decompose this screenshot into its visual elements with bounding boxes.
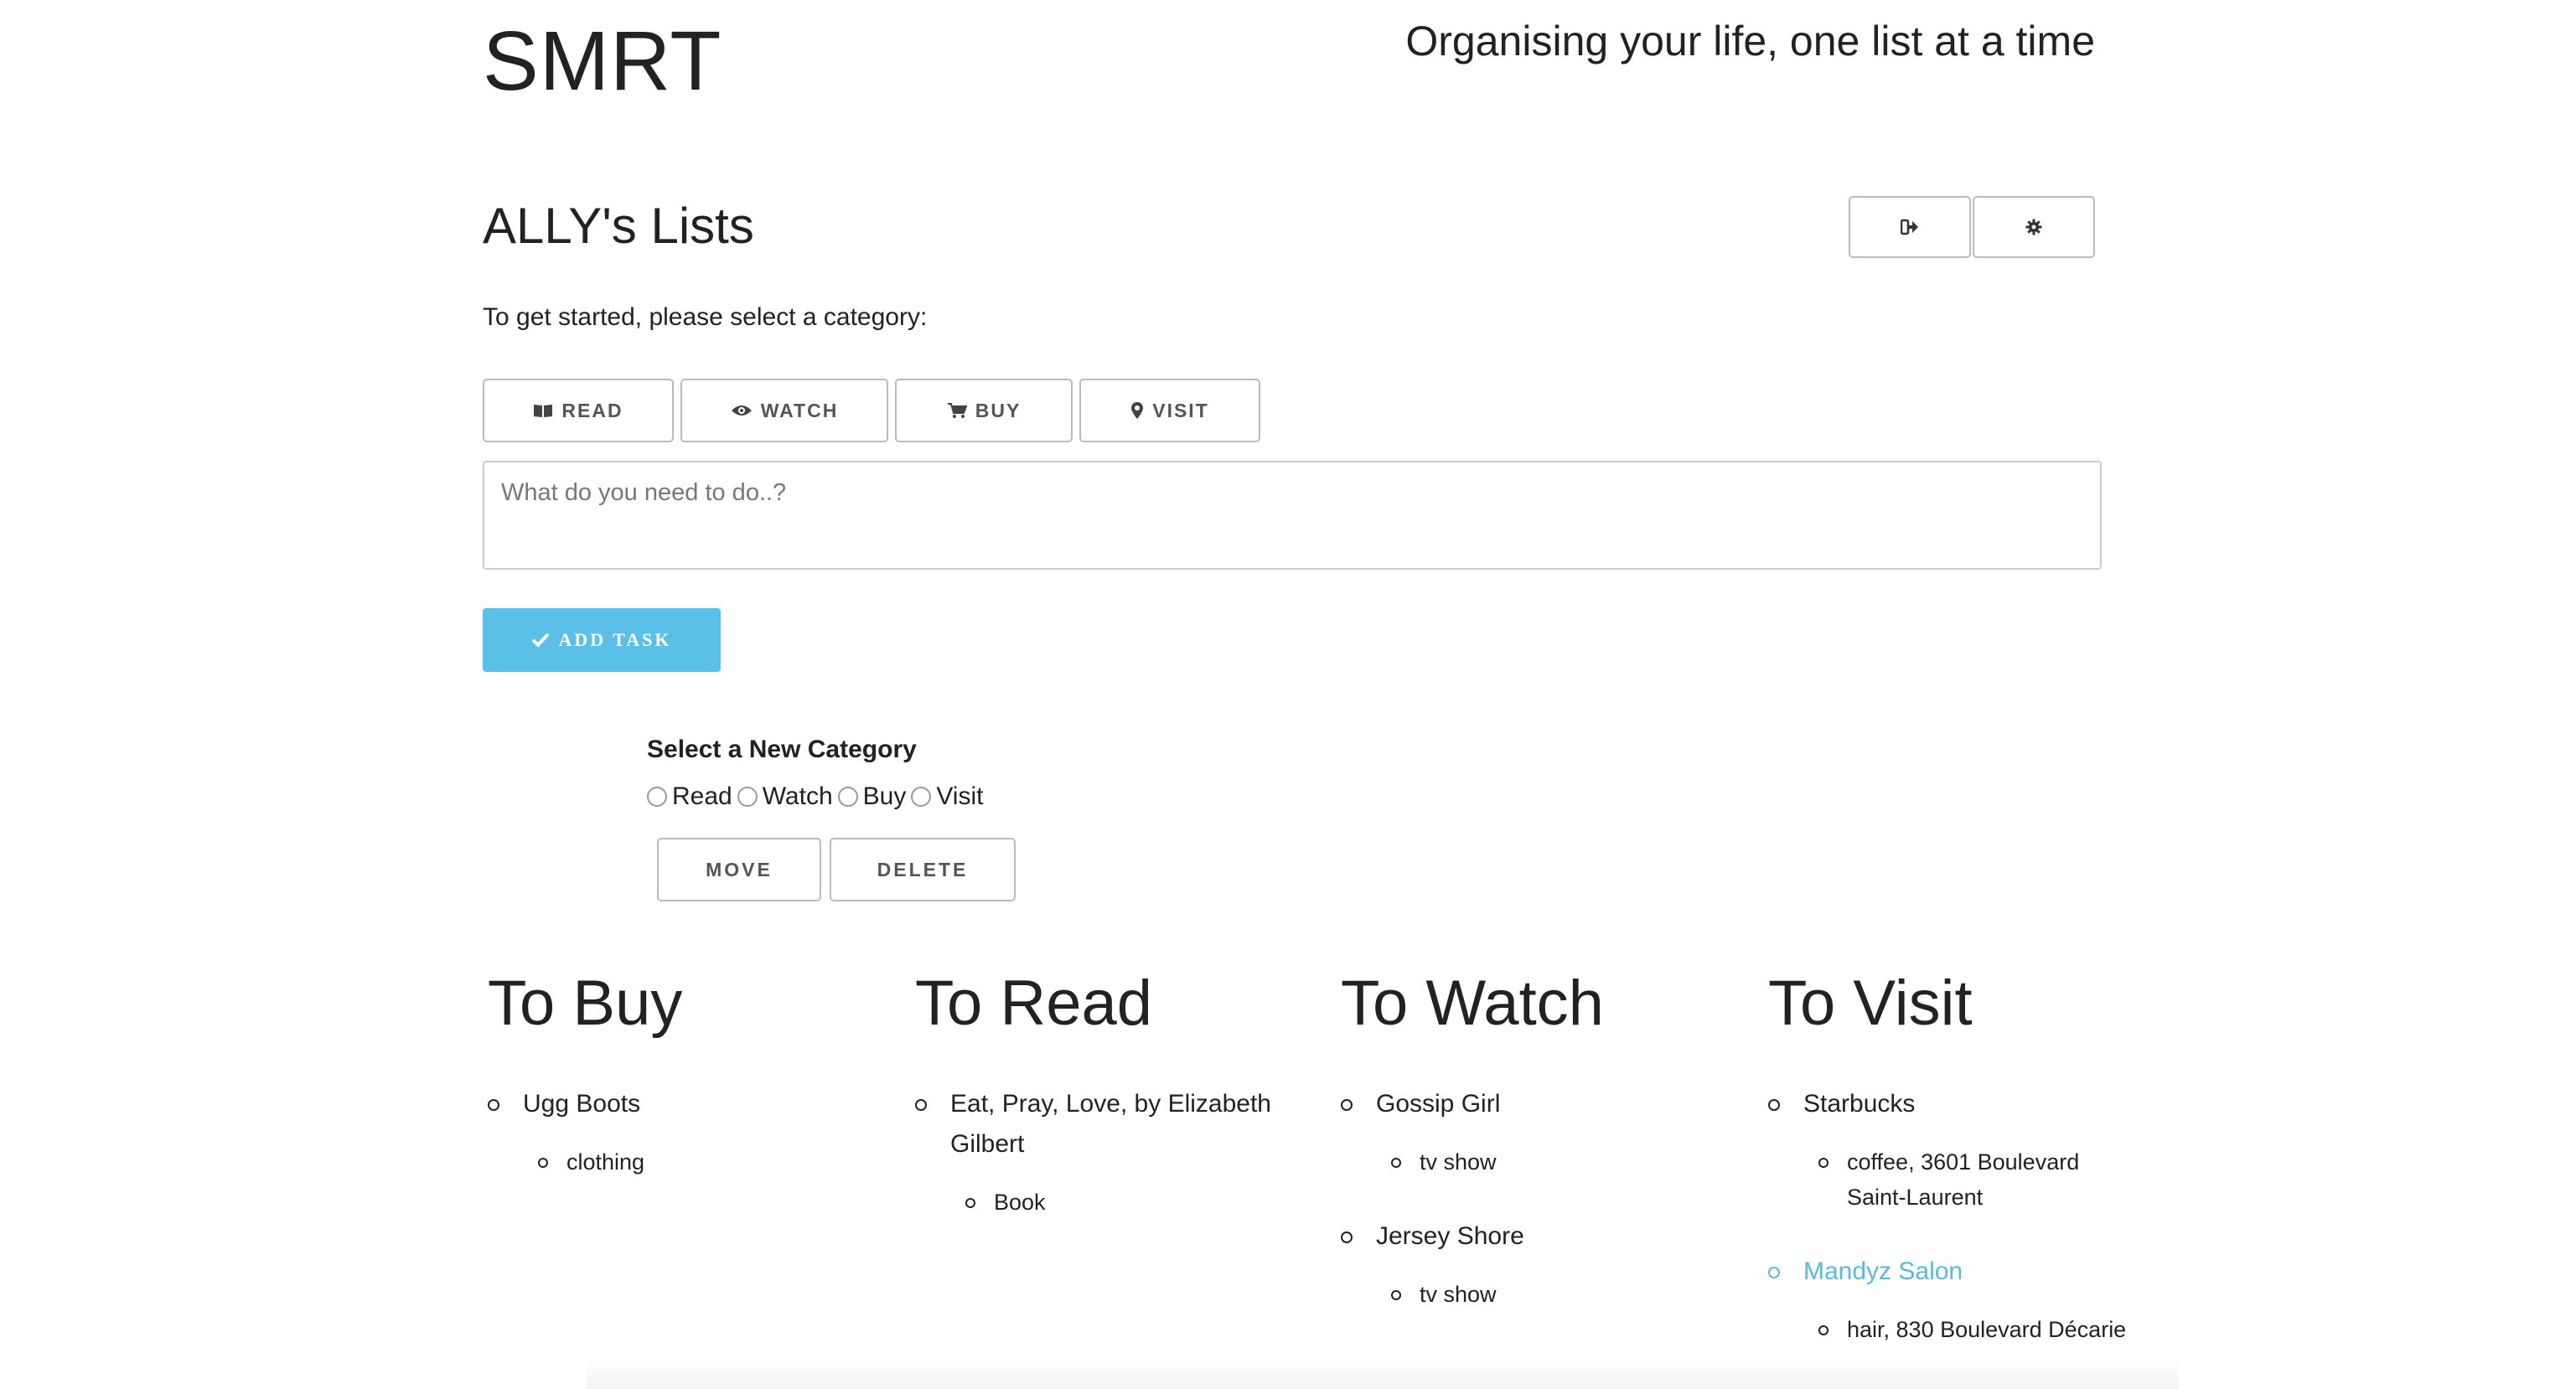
account-actions (1849, 196, 2097, 258)
task-input[interactable] (483, 461, 2102, 570)
radio-watch-label: Watch (762, 782, 833, 810)
radio-visit-label: Visit (936, 782, 984, 810)
list-item-name: Jersey Shore (1376, 1222, 1524, 1250)
radio-watch[interactable]: Watch (737, 782, 833, 811)
tagline: Organising your life, one list at a time (1405, 18, 2095, 65)
delete-button[interactable]: DELETE (830, 838, 1016, 901)
book-icon (534, 405, 553, 417)
map-marker-icon (1131, 402, 1144, 419)
gear-icon (2025, 219, 2042, 235)
sign-out-icon (1901, 219, 1918, 235)
brand-logo[interactable]: SMRT (483, 15, 722, 107)
check-icon (532, 633, 550, 648)
list-item[interactable]: Eat, Pray, Love, by Elizabeth Gilbert (915, 1084, 1284, 1164)
list-item-note: Book (915, 1185, 1284, 1220)
category-watch-button[interactable]: WATCH (680, 379, 888, 442)
radio-buy[interactable]: Buy (837, 782, 907, 811)
list-item-note-text: tv show (1420, 1282, 1497, 1307)
app-page: SMRT Organising your life, one list at a… (0, 0, 2576, 1389)
column-to-watch: To Watch Gossip Girl tv show Jersey Shor… (1341, 972, 1710, 1312)
column-to-buy: To Buy Ugg Boots clothing (488, 972, 856, 1180)
list-item-name[interactable]: Mandyz Salon (1803, 1257, 1963, 1285)
list-item-note-text: Book (994, 1190, 1046, 1215)
category-read-label: READ (561, 399, 623, 421)
radio-buy-control[interactable] (837, 787, 858, 807)
category-watch-label: WATCH (760, 399, 839, 421)
radio-visit-control[interactable] (911, 787, 932, 807)
list-item-link[interactable]: Mandyz Salon (1768, 1252, 2137, 1292)
radio-read-control[interactable] (647, 787, 667, 807)
new-category-panel: Select a New Category Read Watch Buy Vis… (647, 736, 988, 811)
category-buy-button[interactable]: BUY (895, 379, 1073, 442)
list-item-name: Ugg Boots (523, 1090, 641, 1118)
bottom-shadow (587, 1357, 2179, 1389)
cart-icon (947, 403, 967, 418)
list-item-name: Starbucks (1803, 1090, 1916, 1118)
list-item-note: coffee, 3601 Boulevard Saint-Laurent (1768, 1144, 2137, 1215)
radio-read[interactable]: Read (647, 782, 732, 811)
category-visit-button[interactable]: VISIT (1079, 379, 1260, 442)
list-item-note-text: clothing (566, 1149, 645, 1175)
radio-watch-control[interactable] (737, 787, 758, 807)
column-title: To Read (915, 968, 1153, 1039)
add-task-label: ADD TASK (558, 629, 672, 650)
list-item-note-text: coffee, 3601 Boulevard Saint-Laurent (1847, 1149, 2080, 1210)
move-button[interactable]: MOVE (657, 838, 821, 901)
category-radio-group: Read Watch Buy Visit (647, 782, 988, 811)
radio-buy-label: Buy (862, 782, 907, 810)
list-item[interactable]: Gossip Girl (1341, 1084, 1710, 1124)
column-to-read: To Read Eat, Pray, Love, by Elizabeth Gi… (915, 972, 1284, 1220)
list-item-note-text: tv show (1420, 1149, 1497, 1175)
add-task-button[interactable]: ADD TASK (483, 608, 721, 672)
list-item-note: tv show (1341, 1277, 1710, 1312)
settings-button[interactable] (1973, 196, 2095, 258)
list-item-note: tv show (1341, 1144, 1710, 1180)
list-item[interactable]: Jersey Shore (1341, 1216, 1710, 1257)
radio-visit[interactable]: Visit (911, 782, 983, 811)
new-category-title: Select a New Category (647, 736, 917, 763)
intro-text: To get started, please select a category… (483, 303, 928, 331)
list-item-name: Eat, Pray, Love, by Elizabeth Gilbert (950, 1090, 1271, 1158)
list-item-name: Gossip Girl (1376, 1090, 1501, 1118)
eye-icon (731, 405, 752, 416)
column-title: To Visit (1768, 968, 1973, 1039)
page-title: ALLY's Lists (483, 198, 754, 254)
category-visit-label: VISIT (1152, 399, 1209, 421)
list-item-note: clothing (488, 1144, 856, 1180)
list-item[interactable]: Starbucks (1768, 1084, 2137, 1124)
logout-button[interactable] (1849, 196, 1971, 258)
list-item-note-text: hair, 830 Boulevard Décarie (1847, 1317, 2127, 1342)
column-title: To Buy (488, 968, 683, 1039)
list-item-note: hair, 830 Boulevard Décarie (1768, 1312, 2137, 1347)
column-to-visit: To Visit Starbucks coffee, 3601 Boulevar… (1768, 972, 2137, 1347)
category-buy-label: BUY (975, 399, 1022, 421)
column-title: To Watch (1341, 968, 1604, 1039)
radio-read-label: Read (672, 782, 732, 810)
list-item[interactable]: Ugg Boots (488, 1084, 856, 1124)
category-read-button[interactable]: READ (483, 379, 674, 442)
